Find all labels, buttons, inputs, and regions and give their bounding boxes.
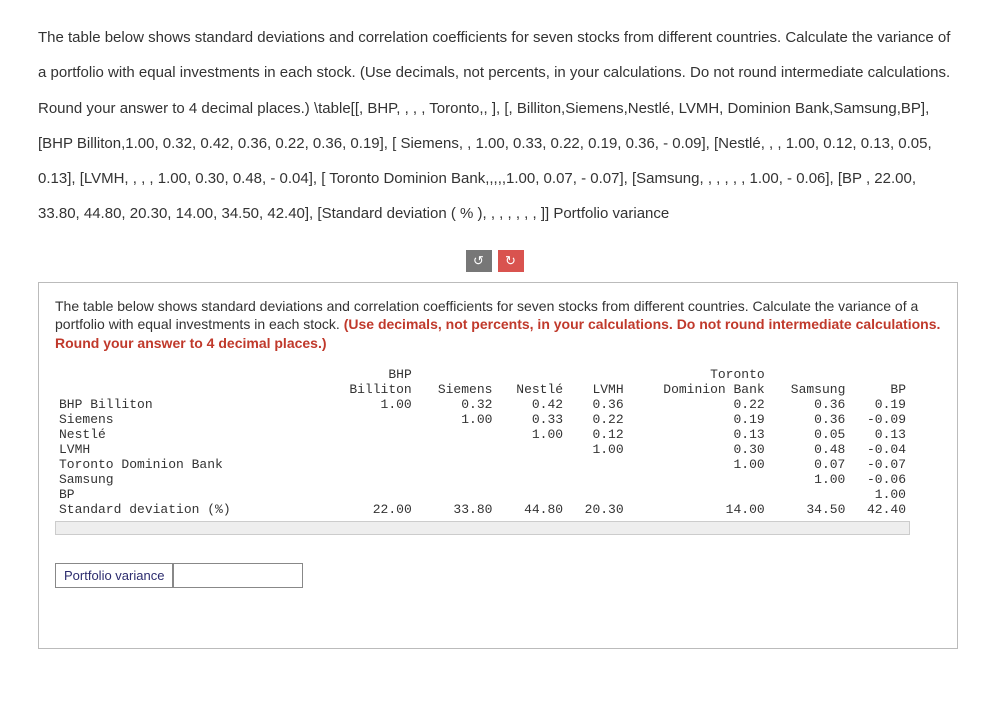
table-row: Samsung 1.00 -0.06 — [55, 472, 910, 487]
horizontal-scrollbar[interactable] — [55, 521, 910, 535]
table-row: BHP Billiton 1.00 0.32 0.42 0.36 0.22 0.… — [55, 397, 910, 412]
table-row-sd: Standard deviation (%) 22.00 33.80 44.80… — [55, 502, 910, 517]
table-header-row2: Billiton Siemens Nestlé LVMH Dominion Ba… — [55, 382, 910, 397]
button-row: ↻ ↻ — [38, 250, 951, 272]
question-raw-text: The table below shows standard deviation… — [38, 20, 951, 232]
refresh-button[interactable]: ↻ — [498, 250, 524, 272]
portfolio-variance-input[interactable] — [173, 563, 303, 588]
table-header-row1: BHP Toronto — [55, 367, 910, 382]
answer-row: Portfolio variance — [55, 563, 941, 588]
instructions: The table below shows standard deviation… — [55, 297, 941, 354]
table-row: LVMH 1.00 0.30 0.48 -0.04 — [55, 442, 910, 457]
reset-icon: ↻ — [473, 253, 484, 269]
table-row: Nestlé 1.00 0.12 0.13 0.05 0.13 — [55, 427, 910, 442]
table-row: Siemens 1.00 0.33 0.22 0.19 0.36 -0.09 — [55, 412, 910, 427]
refresh-icon: ↻ — [505, 253, 516, 269]
reset-button[interactable]: ↻ — [466, 250, 492, 272]
table-row: BP 1.00 — [55, 487, 910, 502]
correlation-table: BHP Toronto Billiton Siemens Nestlé LVMH… — [55, 367, 910, 517]
table-row: Toronto Dominion Bank 1.00 0.07 -0.07 — [55, 457, 910, 472]
answer-label: Portfolio variance — [55, 563, 173, 588]
question-panel: The table below shows standard deviation… — [38, 282, 958, 650]
